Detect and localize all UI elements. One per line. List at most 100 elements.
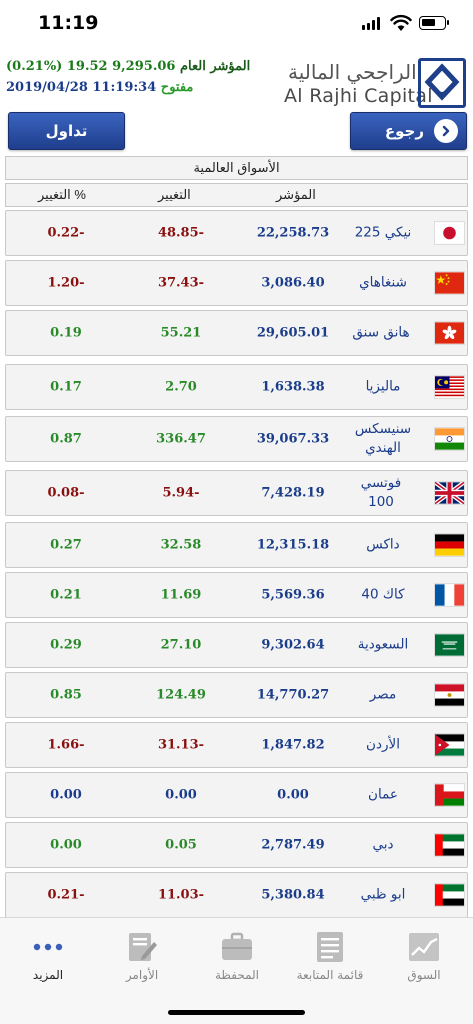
- change: 0.05: [165, 837, 197, 853]
- pct-change: 1.20-: [47, 275, 85, 291]
- general-index-change: 19.52: [66, 59, 108, 74]
- change: 336.47: [156, 431, 206, 447]
- change: 11.03-: [157, 887, 205, 903]
- china-flag-icon: [434, 271, 465, 295]
- tab-label: الأوامر: [125, 968, 159, 982]
- date-time: 2019/04/28 11:19:34: [6, 80, 157, 95]
- market-row-jordan[interactable]: 1.66- 31.13- 1,847.82 الأردن: [5, 722, 468, 768]
- market-row-uk[interactable]: 0.08- 5.94- 7,428.19 فوتسي 100: [5, 470, 468, 516]
- change: 48.85-: [157, 225, 205, 241]
- pct-change: 0.21: [50, 587, 82, 603]
- tab-bar: المزيد الأوامر المحفظة قائمة المتابعة ال…: [0, 917, 473, 1024]
- trade-button[interactable]: تداول: [8, 112, 125, 150]
- index-value: 9,302.64: [261, 637, 325, 653]
- tab-market[interactable]: السوق: [384, 930, 464, 982]
- index-value: 3,086.40: [261, 275, 325, 291]
- market-row-egypt[interactable]: 0.85 124.49 14,770.27 مصر: [5, 672, 468, 718]
- header: (0.21%) 19.52 9,295.06 المؤشر العام 2019…: [0, 52, 473, 110]
- change: 55.21: [160, 325, 202, 341]
- pct-change: 0.29: [50, 637, 82, 653]
- market-datetime: 2019/04/28 11:19:34 مفتوح: [6, 80, 193, 95]
- change: 2.70: [165, 379, 197, 395]
- battery-icon: [419, 16, 449, 30]
- market-row-france[interactable]: 0.21 11.69 5,569.36 كاك 40: [5, 572, 468, 618]
- pct-change: 1.66-: [47, 737, 85, 753]
- change: 27.10: [160, 637, 202, 653]
- tab-more[interactable]: المزيد: [8, 930, 88, 982]
- column-header-index: المؤشر: [276, 187, 316, 202]
- back-button[interactable]: رجوع: [350, 112, 467, 150]
- tab-label: السوق: [407, 968, 441, 982]
- change: 31.13-: [157, 737, 205, 753]
- market-row-japan[interactable]: 0.22- 48.85- 22,258.73 نيكي 225: [5, 210, 468, 256]
- index-value: 1,847.82: [261, 737, 325, 753]
- market-name: نيكي 225: [354, 224, 412, 241]
- pct-change: 0.19: [50, 325, 82, 341]
- general-index-pct: (0.21%): [6, 59, 63, 74]
- uae-flag-icon: [434, 833, 465, 857]
- index-value: 29,605.01: [256, 325, 330, 341]
- market-name: كاك 40: [361, 586, 405, 603]
- index-value: 12,315.18: [256, 537, 330, 553]
- briefcase-icon: [220, 930, 254, 964]
- logo-arabic-text: الراجحي المالية: [288, 60, 417, 84]
- market-row-abudhabi[interactable]: 0.21- 11.03- 5,380.84 ابو ظبي: [5, 872, 468, 918]
- market-row-saudi[interactable]: 0.29 27.10 9,302.64 السعودية: [5, 622, 468, 668]
- france-flag-icon: [434, 583, 465, 607]
- malaysia-flag-icon: [434, 375, 465, 399]
- japan-flag-icon: [434, 221, 465, 245]
- tab-portfolio[interactable]: المحفظة: [197, 930, 277, 982]
- al-rajhi-logo-icon: [418, 58, 466, 108]
- india-flag-icon: [434, 427, 465, 451]
- uk-flag-icon: [434, 481, 465, 505]
- index-value: 5,569.36: [261, 587, 325, 603]
- market-name: الأردن: [366, 736, 400, 753]
- market-row-china[interactable]: 1.20- 37.43- 3,086.40 شنغاهاي: [5, 260, 468, 306]
- tab-orders[interactable]: الأوامر: [102, 930, 182, 982]
- oman-flag-icon: [434, 783, 465, 807]
- status-time: 11:19: [38, 12, 99, 34]
- index-value: 1,638.38: [261, 379, 325, 395]
- change: 0.00: [165, 787, 197, 803]
- tab-label: قائمة المتابعة: [296, 968, 364, 982]
- market-name: شنغاهاي: [359, 274, 407, 291]
- market-row-malaysia[interactable]: 0.17 2.70 1,638.38 ماليزيا: [5, 364, 468, 410]
- back-button-label: رجوع: [384, 123, 424, 140]
- market-name: هانق سنق: [352, 324, 410, 341]
- tab-label: المحفظة: [214, 968, 260, 982]
- index-value: 5,380.84: [261, 887, 325, 903]
- market-name: فوتسي 100: [360, 475, 402, 510]
- hongkong-flag-icon: [434, 321, 465, 345]
- tab-label: المزيد: [32, 968, 64, 982]
- wifi-icon: [390, 14, 412, 31]
- index-value: 14,770.27: [256, 687, 330, 703]
- tab-watchlist[interactable]: قائمة المتابعة: [290, 930, 370, 982]
- market-name: عمان: [368, 786, 398, 803]
- more-dots-icon: [31, 930, 65, 964]
- change: 11.69: [160, 587, 202, 603]
- chevron-right-icon: [434, 119, 458, 143]
- general-index-value: 9,295.06: [112, 59, 176, 74]
- uae-flag-icon: [434, 883, 465, 907]
- status-bar: 11:19: [0, 0, 473, 50]
- index-value: 22,258.73: [256, 225, 330, 241]
- column-header-pct-change: التغيير %: [38, 187, 86, 202]
- column-header-change: التغيير: [158, 187, 191, 202]
- market-name: ماليزيا: [365, 378, 401, 395]
- market-row-dubai[interactable]: 0.00 0.05 2,787.49 دبي: [5, 822, 468, 868]
- market-row-hongkong[interactable]: 0.19 55.21 29,605.01 هانق سنق: [5, 310, 468, 356]
- pct-change: 0.00: [50, 787, 82, 803]
- market-row-germany[interactable]: 0.27 32.58 12,315.18 داكس: [5, 522, 468, 568]
- market-row-oman[interactable]: 0.00 0.00 0.00 عمان: [5, 772, 468, 818]
- germany-flag-icon: [434, 533, 465, 557]
- pct-change: 0.85: [50, 687, 82, 703]
- home-indicator: [168, 1010, 305, 1015]
- orders-icon: [125, 930, 159, 964]
- change: 37.43-: [157, 275, 205, 291]
- market-row-india[interactable]: 0.87 336.47 39,067.33 سنيسكس الهندي: [5, 416, 468, 462]
- pct-change: 0.00: [50, 837, 82, 853]
- pct-change: 0.27: [50, 537, 82, 553]
- watchlist-icon: [313, 930, 347, 964]
- market-name: ابو ظبي: [360, 886, 406, 903]
- index-value: 2,787.49: [261, 837, 325, 853]
